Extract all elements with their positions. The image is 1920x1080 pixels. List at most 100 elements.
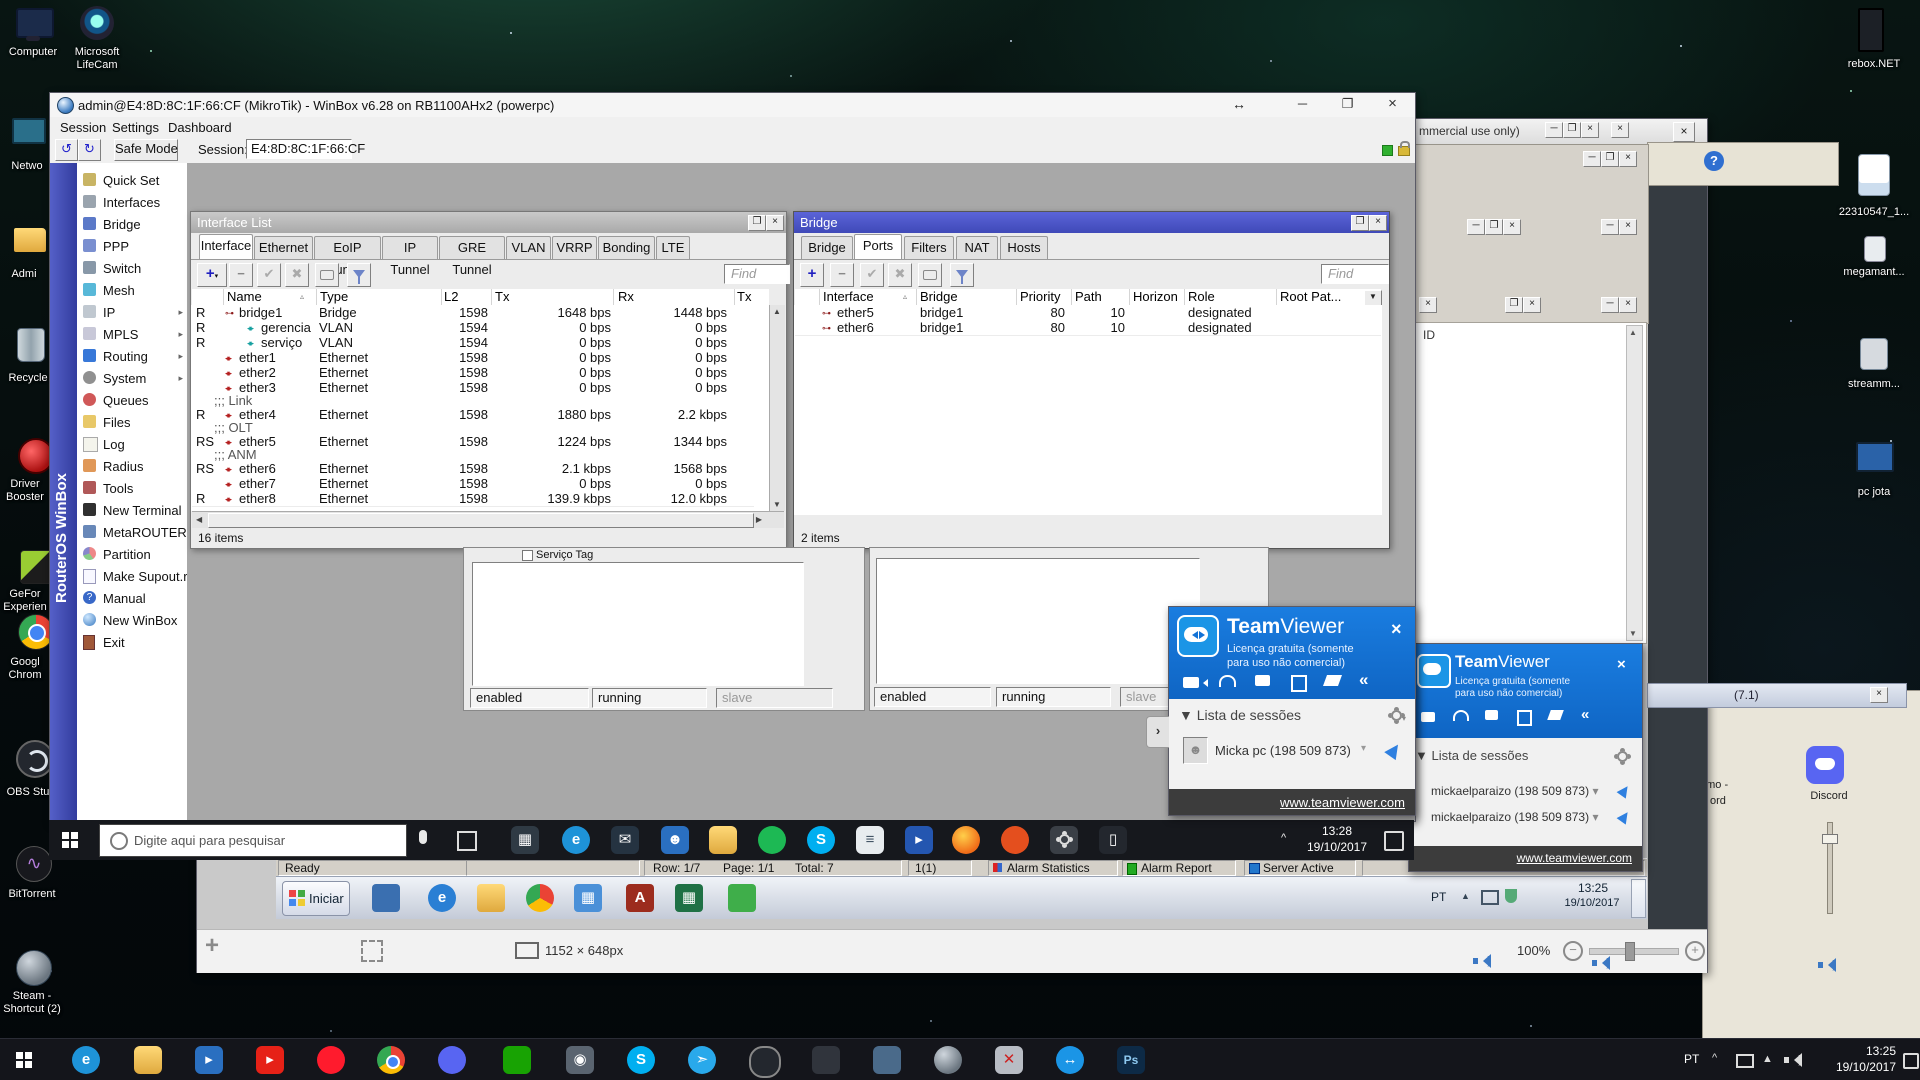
menu-dashboard[interactable]: Dashboard — [168, 120, 232, 135]
filter-button[interactable] — [347, 263, 371, 287]
redo-button[interactable]: ↻ — [78, 139, 101, 161]
tab-ports[interactable]: Ports — [854, 234, 902, 259]
col-name[interactable]: Name — [227, 289, 297, 305]
tv-back-gear-icon[interactable] — [1617, 750, 1628, 765]
col-root-path[interactable]: Root Pat... — [1280, 289, 1360, 305]
session-dropdown-icon[interactable]: ▾ — [1361, 743, 1366, 754]
sidebar-item-exit[interactable]: Exit — [77, 631, 187, 653]
scroll-right-icon[interactable]: ▶ — [756, 515, 762, 524]
taskbar-icon-explorer[interactable] — [134, 1046, 162, 1074]
remote-app-mail-icon[interactable]: ✉ — [611, 826, 639, 854]
doc-close-button[interactable]: × — [1419, 297, 1437, 313]
remote-app-brave-icon[interactable] — [1001, 826, 1029, 854]
comment-button[interactable] — [315, 263, 339, 287]
win7-language-indicator[interactable]: PT — [1431, 890, 1446, 904]
overlapped-close-button[interactable]: × — [1611, 122, 1629, 138]
remove-button[interactable]: − — [830, 263, 854, 287]
sidebar-item-files[interactable]: Files — [77, 411, 187, 433]
sidebar-item-ppp[interactable]: PPP — [77, 235, 187, 257]
nms-server-active[interactable]: Server Active — [1244, 860, 1356, 876]
tab-eoip-tunnel[interactable]: EoIP Tunnel — [314, 236, 381, 277]
tab-nat[interactable]: NAT — [956, 236, 998, 259]
volume-slider[interactable] — [1820, 818, 1838, 916]
session-name[interactable]: Micka pc (198 509 873) — [1215, 743, 1351, 758]
tab-bridge[interactable]: Bridge — [801, 236, 853, 259]
doc3-min-button[interactable]: ─ — [1601, 297, 1619, 313]
tv-video-icon[interactable] — [1421, 712, 1435, 722]
col-bridge[interactable]: Bridge — [920, 289, 1010, 305]
desktop-icon-rebox[interactable]: rebox.NET — [1832, 6, 1916, 78]
col-role[interactable]: Role — [1188, 289, 1274, 305]
inner-min-button[interactable]: ─ — [1467, 219, 1485, 235]
language-indicator[interactable]: PT — [1684, 1052, 1699, 1066]
sidebar-item-new-terminal[interactable]: New Terminal — [77, 499, 187, 521]
headset-icon[interactable] — [1219, 675, 1236, 687]
help-icon[interactable]: ? — [1704, 151, 1724, 171]
win7-clock-date[interactable]: 19/10/2017 — [1559, 897, 1625, 909]
doc2-close-button[interactable]: × — [1523, 297, 1541, 313]
taskbar-icon-photoshop[interactable]: Ps — [1117, 1046, 1145, 1074]
tab-lte[interactable]: LTE — [656, 236, 690, 259]
winbox-maximize-button[interactable]: ❐ — [1325, 93, 1370, 117]
taskbar-icon-libreoffice[interactable] — [503, 1046, 531, 1074]
remote-notification-icon[interactable] — [1384, 831, 1404, 851]
col-l2mtu[interactable]: L2 MTU — [444, 289, 490, 305]
bridge-maximize-button[interactable]: ❐ — [1351, 215, 1369, 231]
taskbar-icon-media[interactable]: ▸ — [195, 1046, 223, 1074]
taskbar-icon-ie[interactable]: e — [72, 1046, 100, 1074]
tv-back-sessions-header[interactable]: ▼ Lista de sessões — [1415, 748, 1528, 763]
tab-ethernet[interactable]: Ethernet — [254, 236, 313, 259]
teamviewer-link[interactable]: www.teamviewer.com — [1280, 795, 1405, 810]
tv-headset-icon[interactable] — [1453, 710, 1469, 721]
taskbar-icon-opera[interactable] — [317, 1046, 345, 1074]
col-horizon[interactable]: Horizon — [1133, 289, 1183, 305]
doc3-close-button[interactable]: × — [1619, 297, 1637, 313]
enable-button[interactable]: ✔ — [257, 263, 281, 287]
remote-app-apps-icon[interactable]: ▦ — [511, 826, 539, 854]
remote-app-explorer-icon[interactable] — [709, 826, 737, 854]
table-row[interactable]: R ◂▸ gerencia VLAN 1594 0 bps 0 bps — [192, 320, 754, 336]
sidebar-item-make-supout[interactable]: Make Supout.rif — [77, 565, 194, 587]
menu-session[interactable]: Session — [60, 120, 106, 135]
table-row[interactable]: ⊶ether6bridge18010designated port — [795, 320, 1381, 336]
winbox-titlebar[interactable]: admin@E4:8D:8C:1F:66:CF (MikroTik) - Win… — [50, 93, 1415, 118]
tv-back-link[interactable]: www.teamviewer.com — [1517, 851, 1632, 865]
h-scroll-thumb[interactable] — [208, 513, 754, 528]
enable-button[interactable]: ✔ — [860, 263, 884, 287]
comment-button[interactable] — [918, 263, 942, 287]
sidebar-item-ip[interactable]: IP ▸ — [77, 301, 187, 323]
tv-pages-icon[interactable] — [1517, 710, 1532, 726]
session-field[interactable]: E4:8D:8C:1F:66:CF — [246, 139, 365, 159]
add-button[interactable]: + — [800, 263, 824, 287]
tab-bonding[interactable]: Bonding — [598, 236, 655, 259]
inner-max-button[interactable]: ❐ — [1485, 219, 1503, 235]
tray-display-icon[interactable] — [1736, 1054, 1754, 1068]
taskbar-icon-discord[interactable] — [438, 1046, 466, 1074]
col-tx[interactable]: Tx — [495, 289, 545, 305]
sidebar-item-routing[interactable]: Routing ▸ — [77, 345, 187, 367]
sidebar-item-partition[interactable]: Partition — [77, 543, 187, 565]
sidebar-item-tools[interactable]: Tools — [77, 477, 187, 499]
remote-search-box[interactable]: Digite aqui para pesquisar — [99, 824, 407, 857]
desktop-icon-22310547[interactable]: 22310547_1... — [1828, 152, 1920, 226]
panel-expand-tab[interactable]: › — [1146, 716, 1169, 748]
iniciar-start-button[interactable]: Iniciar — [282, 881, 350, 916]
task-view-icon[interactable] — [457, 831, 477, 851]
selection-tool-icon[interactable] — [361, 940, 383, 962]
tv-back-session-2[interactable]: mickaelparaizo (198 509 873) ▾ — [1431, 810, 1598, 824]
desktop-icon-streamm[interactable]: streamm... — [1828, 336, 1920, 398]
seven-one-window-strip[interactable]: (7.1) × — [1647, 683, 1907, 708]
tv-minimize-button[interactable]: ─ — [1545, 122, 1563, 138]
tab-ip-tunnel[interactable]: IP Tunnel — [382, 236, 438, 277]
table-row[interactable]: ◂▸ ether2 Ethernet 1598 0 bps 0 bps — [192, 365, 754, 381]
stacked-max-button[interactable]: ❐ — [1601, 151, 1619, 167]
nms-alarm-report[interactable]: Alarm Report — [1122, 860, 1236, 876]
discord-shortcut[interactable]: Discord — [1796, 744, 1856, 808]
taskbar-icon-skype[interactable]: S — [627, 1046, 655, 1074]
sessions-gear-icon[interactable]: ▾ — [1391, 709, 1406, 724]
desktop-icon-megamant[interactable]: megamant... — [1828, 236, 1920, 286]
remote-start-button[interactable] — [62, 832, 78, 848]
remote-app-settings-icon[interactable] — [1050, 826, 1078, 854]
sidebar-item-log[interactable]: Log — [77, 433, 187, 455]
table-row[interactable]: RS ◂▸ ether5 Ethernet 1598 1224 bps 1344 bps — [192, 434, 754, 450]
